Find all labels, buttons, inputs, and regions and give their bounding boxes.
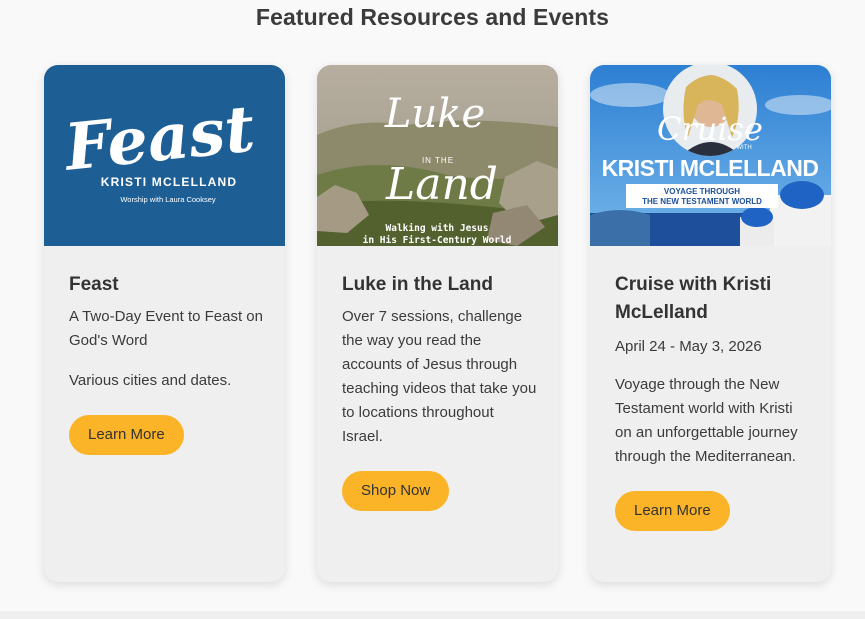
cruise-logo-title-1: Cruise: [657, 110, 763, 148]
card-date: April 24 - May 3, 2026: [615, 338, 762, 355]
bottom-divider: [0, 611, 865, 619]
cruise-image[interactable]: Cruise WITH KRISTI MCLELLAND VOYAGE THRO…: [590, 65, 831, 246]
feast-image[interactable]: Feast KRISTI MCLELLAND Worship with Laur…: [44, 65, 285, 246]
card-description: Voyage through the New Testament world w…: [615, 376, 798, 465]
card-title: Cruise with Kristi McLelland: [615, 274, 772, 323]
cruise-card: Cruise WITH KRISTI MCLELLAND VOYAGE THRO…: [590, 65, 831, 582]
card-description: Various cities and dates.: [69, 372, 232, 389]
card-title: Luke in the Land: [342, 274, 493, 295]
cruise-logo-banner-1: VOYAGE THROUGH: [664, 187, 740, 196]
card-description: Over 7 sessions, challenge the way you r…: [342, 308, 537, 445]
card-subtitle: A Two-Day Event to Feast on God's Word: [69, 308, 263, 349]
cruise-logo-banner-2: THE NEW TESTAMENT WORLD: [642, 197, 762, 206]
shop-now-button[interactable]: Shop Now: [342, 471, 450, 511]
learn-more-button[interactable]: Learn More: [615, 491, 730, 531]
learn-more-button[interactable]: Learn More: [69, 415, 184, 455]
section-title: Featured Resources and Events: [255, 4, 610, 30]
cruise-logo-title-2: KRISTI MCLELLAND: [602, 155, 819, 181]
feast-logo-subtitle: Worship with Laura Cooksey: [120, 195, 216, 204]
feast-logo-author: KRISTI MCLELLAND: [101, 175, 238, 189]
luke-card: Luke IN THE Land Walking with Jesus in H…: [317, 65, 558, 582]
luke-logo-title-1: Luke: [384, 91, 485, 137]
cruise-logo-title-with: WITH: [736, 145, 751, 151]
card-title: Feast: [69, 274, 119, 295]
luke-logo-caption-2: in His First-Century World: [363, 235, 512, 246]
luke-image[interactable]: Luke IN THE Land Walking with Jesus in H…: [317, 65, 558, 246]
luke-logo-title-2: Land: [385, 159, 498, 210]
luke-logo-caption-1: Walking with Jesus: [386, 223, 489, 234]
feast-card: Feast KRISTI MCLELLAND Worship with Laur…: [44, 65, 285, 582]
